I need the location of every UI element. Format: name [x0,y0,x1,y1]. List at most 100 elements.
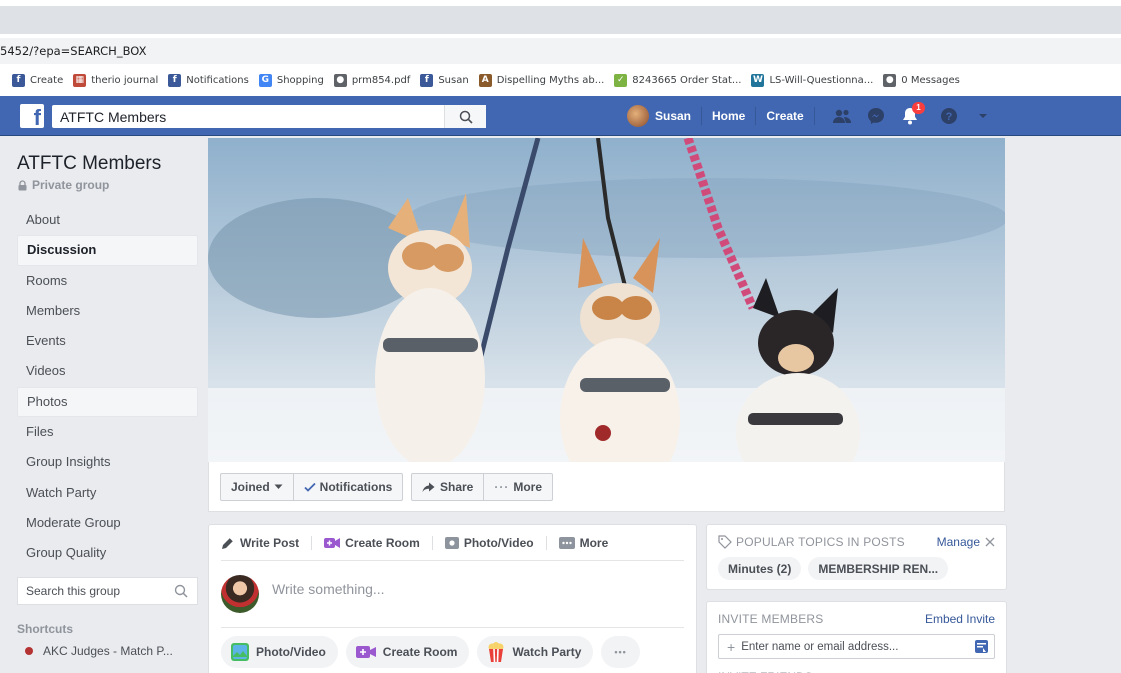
composer-input[interactable]: Write something... [272,581,385,597]
notifications-bell-icon[interactable]: 1 [899,102,925,127]
topic-chip[interactable]: MEMBERSHIP REN... [808,557,949,580]
composer-actions: Photo/Video Create Room Watch Party ••• [221,627,684,668]
bookmark-item[interactable]: ● prm854.pdf [333,73,411,87]
bookmark-item[interactable]: A Dispelling Myths ab... [478,73,604,87]
sidebar-item-rooms[interactable]: Rooms [17,266,198,296]
tab-create-room[interactable]: Create Room [299,535,420,550]
composer-body[interactable]: Write something... [209,561,696,627]
contacts-icon[interactable] [975,640,988,653]
privacy-label: Private group [32,178,110,192]
svg-text:?: ? [945,111,952,123]
home-link[interactable]: Home [712,109,745,123]
topics-title-text: POPULAR TOPICS IN POSTS [736,535,905,549]
manage-label: Manage [936,535,980,549]
bookmark-item[interactable]: W LS-Will-Questionna... [751,73,873,87]
bookmark-item[interactable]: ▦ therio journal [73,73,158,87]
sidebar-item-files[interactable]: Files [17,417,198,447]
cover-photo[interactable] [208,138,1005,462]
tab-photo-video[interactable]: Photo/Video [420,535,534,550]
sidebar-item-videos[interactable]: Videos [17,356,198,386]
sidebar-item-members[interactable]: Members [17,296,198,326]
globe-icon: ● [883,73,897,87]
sidebar-item-discussion[interactable]: Discussion [17,235,198,266]
notification-badge: 1 [912,102,925,114]
more-options-chip[interactable]: ••• [601,636,640,668]
invite-friends-heading: INVITE FRIENDS [707,659,1006,673]
bookmark-label: Susan [438,74,469,86]
lock-icon [18,179,27,190]
membership-buttons: Joined Notifications [220,473,404,501]
bookmark-label: Notifications [186,74,249,86]
help-icon[interactable]: ? [938,105,960,127]
tab-more[interactable]: More [534,535,608,550]
address-bar[interactable]: 5452/?epa=SEARCH_BOX [0,38,1121,64]
joined-label: Joined [231,480,270,494]
notifications-button[interactable]: Notifications [292,474,403,500]
bookmark-item[interactable]: f Susan [420,73,469,87]
sidebar-item-photos[interactable]: Photos [17,386,198,418]
joined-button[interactable]: Joined [221,474,293,500]
search-button[interactable] [444,105,486,128]
bookmark-item[interactable]: ● 0 Messages [883,73,960,87]
bookmark-label: 0 Messages [901,74,960,86]
watch-party-chip[interactable]: Watch Party [477,636,594,668]
header-search[interactable]: ATFTC Members [52,105,486,128]
bookmark-label: prm854.pdf [351,74,411,86]
bookmark-item[interactable]: f Notifications [168,73,249,87]
shortcut-label: AKC Judges - Match P... [43,643,173,658]
url-text: 5452/?epa=SEARCH_BOX [0,44,147,58]
shortcut-group-icon [25,646,33,655]
bookmark-item[interactable]: G Shopping [258,73,324,87]
share-more-buttons: Share ··· More [411,473,554,501]
ellipsis-icon: ··· [494,480,510,494]
sidebar-item-group-insights[interactable]: Group Insights [17,447,198,477]
sidebar-item-events[interactable]: Events [17,326,198,356]
search-icon [459,110,473,124]
author-avatar [221,575,259,613]
group-search-input[interactable]: Search this group [17,576,198,605]
messenger-icon[interactable] [865,105,887,127]
friend-requests-icon[interactable] [831,105,853,127]
video-room-icon [355,646,376,658]
sidebar-item-about[interactable]: About [17,205,198,235]
more-button[interactable]: ··· More [483,474,552,500]
sidebar-item-group-quality[interactable]: Group Quality [17,538,198,568]
share-button[interactable]: Share [412,474,483,500]
invite-input[interactable]: + Enter name or email address... [718,634,995,659]
user-avatar[interactable] [627,105,649,127]
bookmark-item[interactable]: f Create [12,73,63,87]
nav-divider [929,107,930,125]
close-icon[interactable] [985,537,995,547]
create-room-chip[interactable]: Create Room [345,636,470,668]
photo-video-chip-label: Photo/Video [256,645,326,659]
group-action-bar: Joined Notifications Share ··· More [208,462,1005,512]
account-menu-chevron-down-icon[interactable] [972,105,994,127]
tab-photo-video-label: Photo/Video [463,535,534,550]
manage-topics-link[interactable]: Manage [937,535,995,549]
tab-write-post[interactable]: Write Post [221,536,299,550]
profile-link[interactable]: Susan [655,109,691,123]
embed-invite-link[interactable]: Embed Invite [925,612,995,626]
create-link[interactable]: Create [766,109,803,123]
topics-header: POPULAR TOPICS IN POSTS Manage [707,525,1006,549]
checkmark-icon [304,482,316,492]
tab-divider [545,535,547,550]
shop-icon: ✓ [614,73,628,87]
group-title[interactable]: ATFTC Members [17,152,198,176]
search-icon[interactable] [174,584,188,598]
facebook-logo-icon[interactable]: f [20,104,44,128]
sidebar-item-moderate-group[interactable]: Moderate Group [17,508,198,538]
notifications-label: Notifications [319,480,393,494]
popular-topics-panel: POPULAR TOPICS IN POSTS Manage Minutes (… [706,524,1007,590]
group-sidebar: ATFTC Members Private group About Discus… [17,152,198,658]
topic-chip[interactable]: Minutes (2) [718,557,802,580]
sidebar-item-watch-party[interactable]: Watch Party [17,478,198,508]
shortcut-item[interactable]: AKC Judges - Match P... [17,644,198,658]
wordpress-icon: W [751,73,765,87]
header-search-input[interactable]: ATFTC Members [52,109,444,125]
invite-title: INVITE MEMBERS [718,612,824,626]
photo-video-chip[interactable]: Photo/Video [221,636,338,668]
bookmark-item[interactable]: ✓ 8243665 Order Stat... [614,73,741,87]
group-nav: About Discussion Rooms Members Events Vi… [17,205,198,569]
globe-icon: ● [333,73,347,87]
